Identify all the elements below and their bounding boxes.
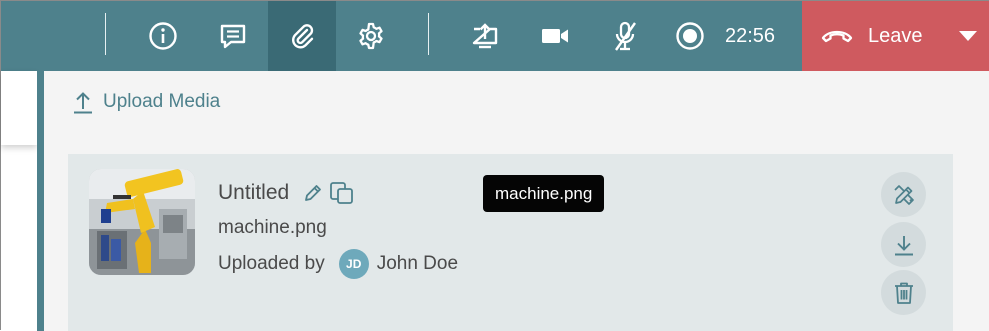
filename-tooltip: machine.png <box>483 175 605 212</box>
paperclip-icon <box>292 24 314 49</box>
trash-icon <box>894 282 913 304</box>
mic-muted-icon <box>615 21 636 51</box>
chat-icon <box>220 24 246 49</box>
meeting-clock: 22:56 <box>725 25 776 47</box>
robot-arm-image <box>89 169 195 275</box>
leave-label: Leave <box>868 24 923 47</box>
leave-control: Leave <box>802 1 989 71</box>
delete-button[interactable] <box>881 270 926 315</box>
download-icon <box>894 235 913 255</box>
duplicate-icon <box>330 182 354 204</box>
annotate-button[interactable] <box>881 172 926 217</box>
top-toolbar: 22:56 Leave <box>1 1 989 71</box>
panel-accent-bar <box>37 71 44 331</box>
record-button[interactable] <box>658 1 722 71</box>
info-button[interactable] <box>131 1 195 71</box>
info-icon <box>149 22 177 50</box>
pencil-icon <box>305 185 322 201</box>
rename-button[interactable] <box>303 183 323 203</box>
media-title-row: Untitled <box>218 181 355 205</box>
uploaded-by-label: Uploaded by <box>218 253 325 274</box>
camera-button[interactable] <box>523 1 587 71</box>
record-icon <box>676 22 704 50</box>
avatar: JD <box>338 249 369 279</box>
stage-header-strip <box>1 71 37 145</box>
camera-icon <box>542 29 568 43</box>
media-thumbnail[interactable] <box>89 169 195 275</box>
toolbar-divider <box>428 13 429 55</box>
download-button[interactable] <box>881 222 926 267</box>
chat-button[interactable] <box>201 1 265 71</box>
gear-icon <box>359 22 383 50</box>
uploaded-by-row: Uploaded by JD John Doe <box>218 249 458 279</box>
attachments-button[interactable] <box>268 1 336 71</box>
microphone-button[interactable] <box>593 1 657 71</box>
settings-button[interactable] <box>339 1 403 71</box>
upload-icon <box>74 92 92 114</box>
share-screen-icon <box>472 23 498 49</box>
leave-button[interactable]: Leave <box>802 1 952 71</box>
upload-media-button[interactable]: Upload Media <box>73 89 220 115</box>
pencil-ruler-icon <box>893 184 914 205</box>
media-title: Untitled <box>218 181 290 204</box>
hang-up-phone-icon <box>821 30 853 43</box>
leave-options-toggle[interactable] <box>954 25 982 47</box>
share-screen-button[interactable] <box>453 1 517 71</box>
upload-media-label: Upload Media <box>103 91 221 112</box>
caret-down-icon <box>959 31 977 41</box>
media-filename: machine.png <box>218 217 327 238</box>
duplicate-button[interactable] <box>329 181 355 205</box>
uploader-name: John Doe <box>376 253 459 274</box>
toolbar-divider <box>105 13 106 55</box>
